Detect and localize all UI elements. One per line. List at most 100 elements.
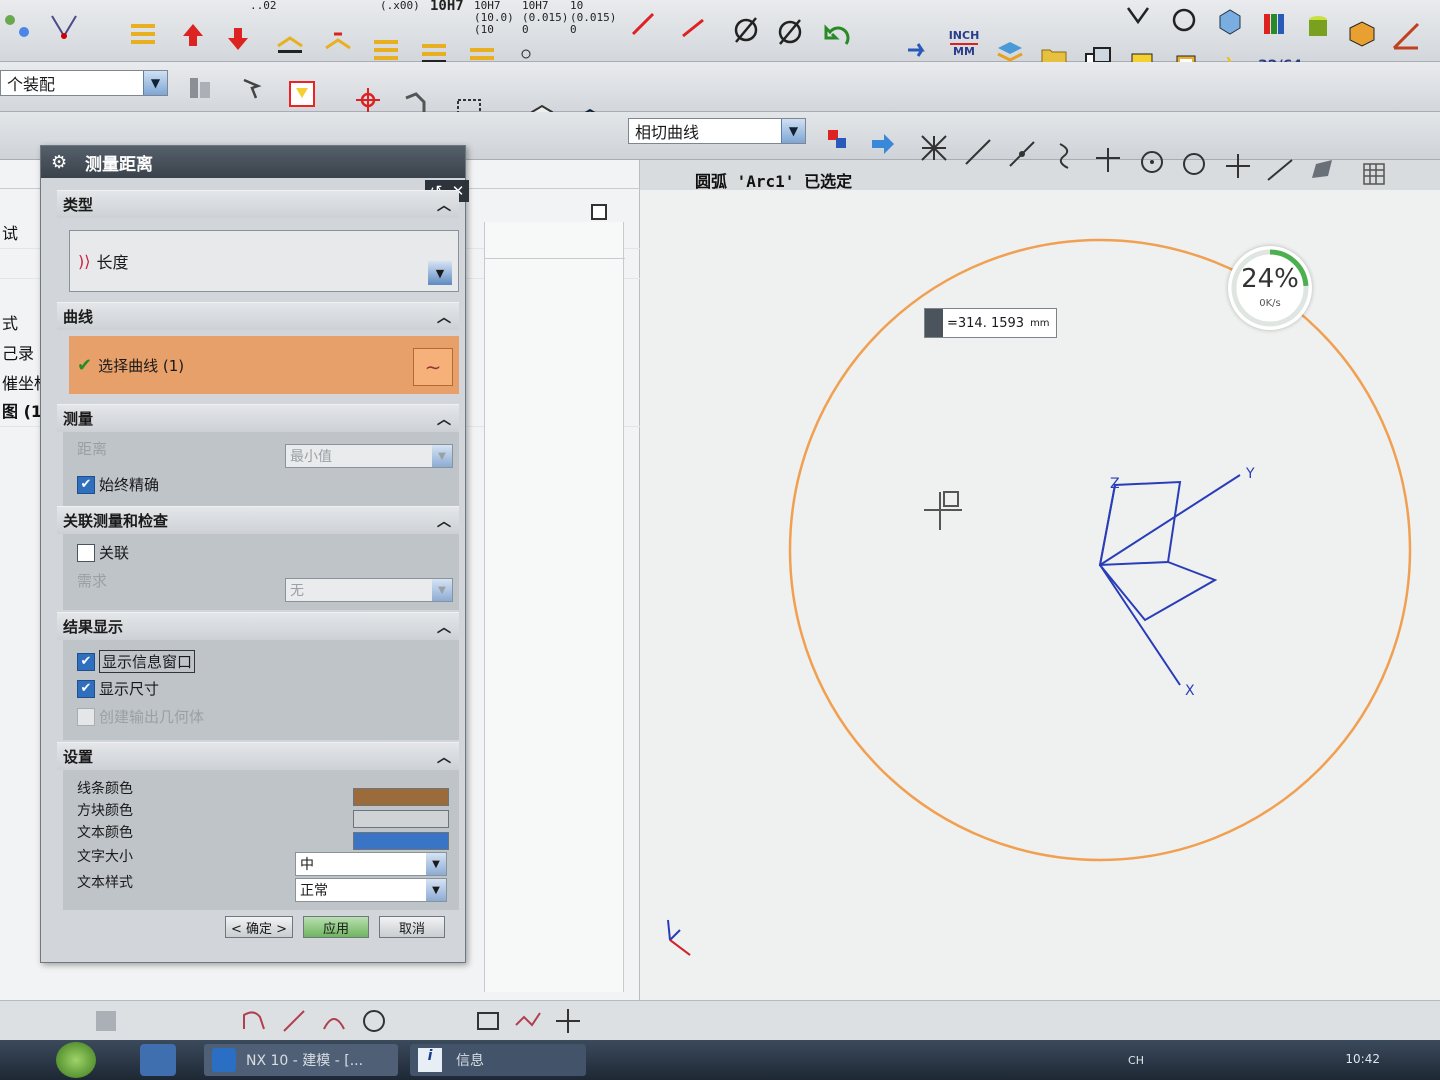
chevron-down-icon[interactable]: ▼ [781, 119, 805, 143]
drag-handle-icon[interactable] [925, 309, 943, 337]
collapse-icon[interactable]: ︿ [437, 195, 451, 215]
nx-task-button[interactable]: NX 10 - 建模 - [... [204, 1044, 398, 1076]
assembly-tree-icon[interactable] [0, 10, 36, 46]
circle-icon[interactable] [1176, 146, 1212, 182]
text-color-swatch[interactable] [353, 832, 449, 850]
collapse-icon[interactable]: ︿ [437, 409, 451, 429]
nav-item-1[interactable]: 试 [2, 220, 18, 244]
rotate-r-icon[interactable] [675, 8, 711, 44]
tolerance-label-6[interactable]: 10 (0.015) 0 [570, 0, 616, 36]
network-speed-widget[interactable]: 24% 0K/s [1228, 246, 1312, 330]
align-icon[interactable] [272, 24, 308, 60]
spline-icon[interactable] [1048, 138, 1084, 174]
dialog-title-bar[interactable]: ⚙ 测量距离 [41, 146, 465, 178]
info-task-button[interactable]: i 信息 [410, 1044, 586, 1076]
stack-icon[interactable] [46, 8, 82, 44]
snap-grid-icon[interactable] [916, 130, 952, 166]
text-style-combo[interactable]: 正常 ▼ [295, 878, 447, 902]
show-info-window-row[interactable]: ✔ 显示信息窗口 [77, 650, 196, 673]
sketch-arc-icon[interactable] [316, 1003, 352, 1039]
layer-stack-icon[interactable] [368, 30, 404, 66]
center-icon[interactable] [1134, 144, 1170, 180]
chevron-down-icon[interactable]: ▼ [428, 261, 452, 285]
section-type-header[interactable]: 类型 ︿ [57, 190, 459, 218]
nav-item-2[interactable]: 式 [2, 310, 18, 334]
sketch-line-icon[interactable] [276, 1003, 312, 1039]
line-point-icon[interactable] [1004, 136, 1040, 172]
chevron-down-icon[interactable]: ▼ [426, 879, 446, 901]
line-color-swatch[interactable] [353, 788, 449, 806]
always-accurate-row[interactable]: ✔ 始终精确 [77, 474, 159, 495]
curve-selection-icon[interactable]: ∼ [413, 348, 453, 386]
cancel-button[interactable]: 取消 [379, 916, 445, 938]
undo-arrow-icon[interactable] [818, 20, 854, 56]
start-button[interactable] [56, 1042, 96, 1078]
intersect-icon[interactable] [1090, 142, 1126, 178]
rotate-icon[interactable] [625, 6, 661, 42]
show-info-window-checkbox[interactable]: ✔ [77, 652, 95, 671]
browser-taskbar-icon[interactable] [140, 1044, 176, 1076]
show-dimension-row[interactable]: ✔ 显示尺寸 [77, 678, 159, 699]
sketch-point-icon[interactable] [550, 1003, 586, 1039]
slope-icon[interactable] [1262, 150, 1298, 186]
taskbar-clock[interactable]: 10:42 [1345, 1052, 1380, 1066]
maximize-icon[interactable] [591, 204, 607, 220]
collapse-icon[interactable]: ︿ [437, 307, 451, 327]
tolerance-label-3[interactable]: 10H7 [430, 0, 464, 13]
tolerance-label-5[interactable]: 10H7 (0.015) 0 [522, 0, 568, 36]
tolerance-label-4[interactable]: 10H7 (10.0) (10 [474, 0, 514, 36]
curve-rule-combo[interactable]: 相切曲线 ▼ [628, 118, 806, 144]
align-top-icon[interactable] [125, 16, 161, 52]
ruler-icon[interactable] [1388, 18, 1424, 54]
text-size-combo[interactable]: 中 ▼ [295, 852, 447, 876]
selected-arc[interactable] [788, 238, 1412, 862]
line-icon[interactable] [960, 134, 996, 170]
filter-icon[interactable] [182, 70, 218, 106]
units-icon[interactable]: INCH MM [946, 30, 982, 58]
box-icon[interactable] [1344, 14, 1380, 50]
profile-icon[interactable] [236, 1003, 272, 1039]
section-associate-header[interactable]: 关联测量和检查 ︿ [57, 506, 459, 534]
curve-rule-icon[interactable] [820, 122, 856, 158]
color-palette-icon[interactable] [1256, 6, 1292, 42]
graphics-window[interactable]: X Y Z =314. 1593 mm 24% 0K/s [640, 190, 1440, 1000]
section-result-header[interactable]: 结果显示 ︿ [57, 612, 459, 640]
diameter-icon[interactable] [728, 12, 764, 48]
layer-icon[interactable] [320, 26, 356, 62]
associate-row[interactable]: 关联 [77, 542, 129, 563]
language-indicator[interactable]: CH [1128, 1054, 1144, 1067]
move-down-icon[interactable] [220, 20, 256, 56]
surface-icon[interactable] [1304, 152, 1340, 188]
block-color-swatch[interactable] [353, 810, 449, 828]
select-filter-icon[interactable] [284, 76, 320, 112]
format-icon[interactable] [900, 28, 936, 64]
mesh-icon[interactable] [1356, 156, 1392, 192]
measurement-tag[interactable]: =314. 1593 mm [924, 308, 1057, 338]
sketch-rectangle-icon[interactable] [470, 1003, 506, 1039]
chevron-down-icon[interactable]: ▼ [143, 71, 167, 95]
chevron-down-icon[interactable]: ▼ [426, 853, 446, 875]
cylinder-icon[interactable] [1300, 10, 1336, 46]
assembly-scope-combo[interactable]: 个装配 ▼ [0, 70, 168, 96]
always-accurate-checkbox[interactable]: ✔ [77, 475, 95, 494]
move-up-icon[interactable] [175, 18, 211, 54]
arrow-right-icon[interactable] [864, 126, 900, 162]
apply-button[interactable]: 应用 [303, 916, 369, 938]
type-select[interactable]: )⟩ 长度 ▼ [69, 230, 459, 292]
sketch-polyline-icon[interactable] [510, 1003, 546, 1039]
show-dimension-checkbox[interactable]: ✔ [77, 679, 95, 698]
section-curve-header[interactable]: 曲线 ︿ [57, 302, 459, 330]
angle-icon[interactable] [1120, 0, 1156, 36]
collapse-icon[interactable]: ︿ [437, 511, 451, 531]
circle-check-icon[interactable] [1166, 2, 1202, 38]
gear-icon[interactable]: ⚙ [51, 152, 67, 173]
select-arrow-icon[interactable] [236, 72, 272, 108]
section-measure-header[interactable]: 测量 ︿ [57, 404, 459, 432]
cube-icon[interactable] [1212, 4, 1248, 40]
collapse-icon[interactable]: ︿ [437, 747, 451, 767]
sketch-icon[interactable] [88, 1003, 124, 1039]
associate-checkbox[interactable] [77, 543, 95, 562]
plus-icon[interactable] [1220, 148, 1256, 184]
section-settings-header[interactable]: 设置 ︿ [57, 742, 459, 770]
sketch-circle-icon[interactable] [356, 1003, 392, 1039]
